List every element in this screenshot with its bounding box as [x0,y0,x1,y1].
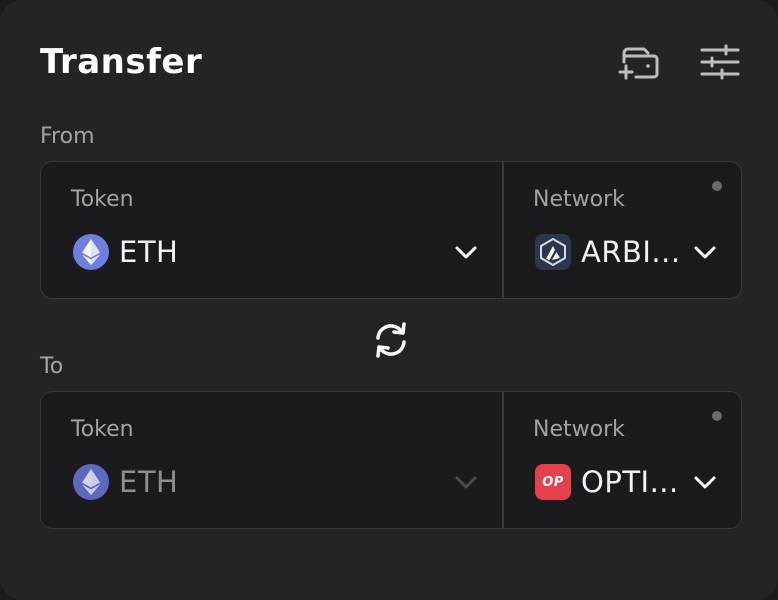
swap-arrows-icon [376,322,406,358]
arbitrum-logo-icon [535,234,571,270]
optimism-logo-icon: OP [535,464,571,500]
network-status-dot [712,181,722,191]
chevron-down-icon [694,246,716,259]
box-divider [502,162,504,298]
to-token-value: ETH [119,465,179,499]
from-network-label: Network [533,187,625,212]
to-token-label: Token [71,417,134,442]
from-section-label: From [40,124,95,149]
to-box: Token ETH Network OP OPTI... [40,391,742,529]
from-network-select[interactable]: ARBI... [535,232,717,272]
box-divider [502,392,504,528]
page-title: Transfer [40,42,203,82]
from-network-value: ARBI... [581,235,681,269]
to-network-select[interactable]: OP OPTI... [535,462,717,502]
to-token-select: ETH [73,462,478,502]
from-box: Token ETH Network ARBI... [40,161,742,299]
from-token-label: Token [71,187,134,212]
chevron-down-icon [694,476,716,489]
sliders-icon [700,44,740,80]
from-token-select[interactable]: ETH [73,232,478,272]
swap-direction-button[interactable] [366,315,416,365]
chevron-down-icon [455,246,477,259]
settings-button[interactable] [698,40,742,84]
add-wallet-icon [618,47,659,80]
add-wallet-button[interactable] [617,40,661,84]
eth-logo-icon [73,464,109,500]
to-section-label: To [40,354,64,379]
from-token-value: ETH [119,235,179,269]
chevron-down-icon [455,476,477,489]
network-status-dot [712,411,722,421]
to-network-value: OPTI... [581,465,679,499]
to-network-label: Network [533,417,625,442]
transfer-panel: Transfer From Token ETH Network ARBI... … [0,0,778,600]
eth-logo-icon [73,234,109,270]
